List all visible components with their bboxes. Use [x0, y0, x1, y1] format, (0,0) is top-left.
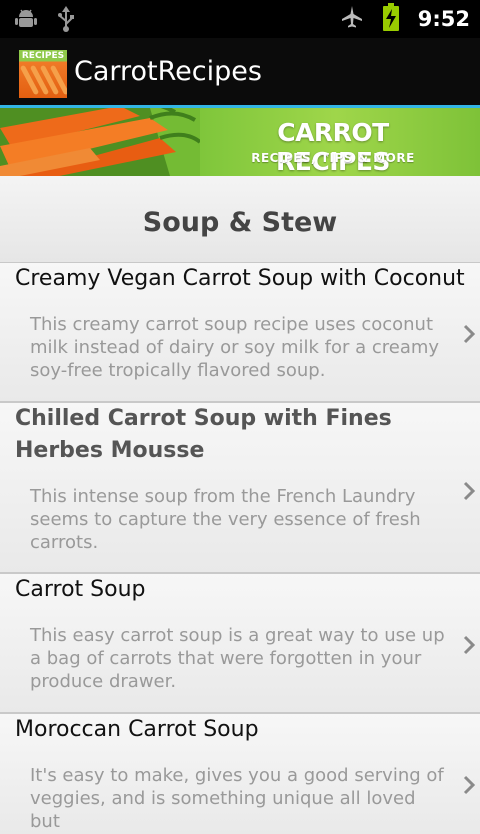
battery-charging-icon [382, 3, 400, 35]
recipe-list: Creamy Vegan Carrot Soup with Coconut Th… [0, 263, 480, 834]
recipe-title: Carrot Soup [15, 577, 146, 602]
recipe-description: It's easy to make, gives you a good serv… [30, 765, 444, 832]
app-title: CarrotRecipes [74, 56, 262, 87]
android-debug-icon [14, 7, 38, 35]
recipe-item[interactable]: Carrot Soup This easy carrot soup is a g… [0, 574, 480, 714]
recipe-description: This easy carrot soup is a great way to … [30, 625, 445, 692]
chevron-right-icon [463, 775, 476, 795]
recipe-description: This intense soup from the French Laundr… [30, 486, 421, 553]
recipe-item[interactable]: Creamy Vegan Carrot Soup with Coconut Th… [0, 263, 480, 403]
carrots-image [0, 108, 200, 176]
recipe-title: Chilled Carrot Soup with Fines Herbes Mo… [15, 406, 392, 463]
chevron-right-icon [463, 481, 476, 501]
status-time: 9:52 [417, 7, 470, 31]
banner-title: CARROT RECIPES [276, 118, 390, 176]
app-icon[interactable]: RECIPES [19, 50, 67, 98]
usb-icon [56, 6, 76, 36]
recipe-item[interactable]: Chilled Carrot Soup with Fines Herbes Mo… [0, 403, 480, 574]
recipe-description: This creamy carrot soup recipe uses coco… [30, 314, 440, 381]
header-banner: CARROT RECIPES RECIPES, TIPS & MORE [0, 108, 480, 176]
chevron-right-icon [463, 324, 476, 344]
chevron-right-icon [463, 635, 476, 655]
recipe-item[interactable]: Moroccan Carrot Soup It's easy to make, … [0, 714, 480, 834]
status-bar: 9:52 [0, 0, 480, 38]
airplane-mode-icon [340, 5, 364, 33]
section-title: Soup & Stew [142, 207, 338, 238]
action-bar: RECIPES CarrotRecipes [0, 38, 480, 108]
banner-subtitle: RECIPES, TIPS & MORE [251, 151, 415, 165]
recipe-title: Creamy Vegan Carrot Soup with Coconut [15, 266, 465, 291]
section-header: Soup & Stew [0, 176, 480, 263]
recipe-title: Moroccan Carrot Soup [15, 717, 259, 742]
app-icon-label: RECIPES [21, 51, 65, 61]
